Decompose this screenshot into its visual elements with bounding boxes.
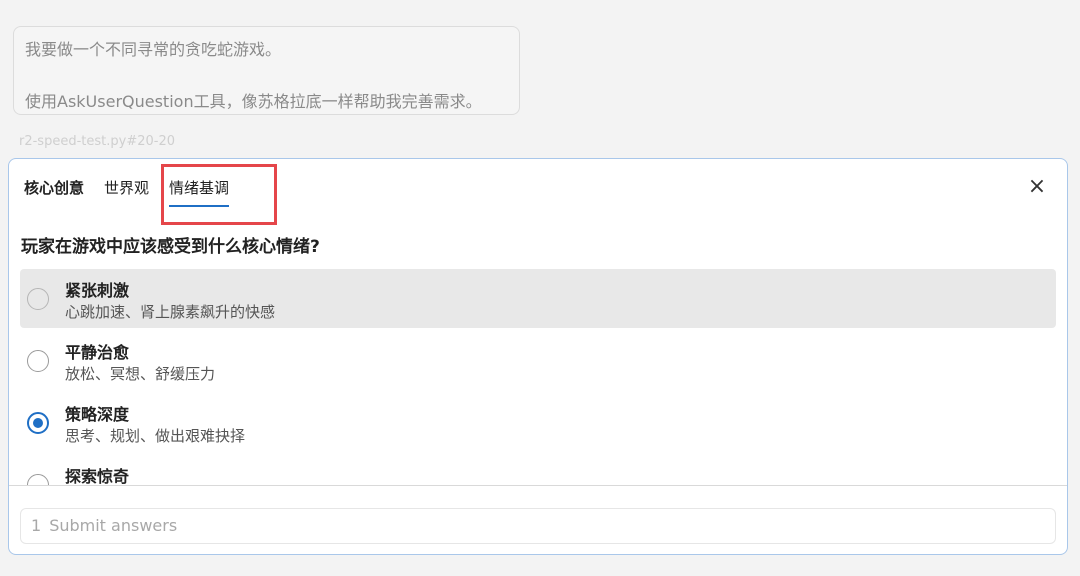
option-description: 心跳加速、肾上腺素飙升的快感 [65,303,276,321]
option-description: 放松、冥想、舒缓压力 [65,365,216,383]
submit-answers-button[interactable]: 1 Submit answers [20,508,1056,544]
radio-button[interactable] [27,350,49,372]
prompt-box: 我要做一个不同寻常的贪吃蛇游戏。 使用AskUserQuestion工具，像苏格… [13,26,520,115]
file-reference: r2-speed-test.py#20-20 [19,134,175,149]
options-list: 紧张刺激 心跳加速、肾上腺素飙升的快感 平静治愈 放松、冥想、舒缓压力 策略深度… [20,269,1056,485]
tab-worldview[interactable]: 世界观 [104,177,149,207]
tab-core-idea[interactable]: 核心创意 [24,177,84,207]
prompt-line-1: 我要做一个不同寻常的贪吃蛇游戏。 [25,40,282,59]
option-title: 探索惊奇 [65,467,130,485]
answer-count: 1 [31,516,42,535]
submit-label: Submit answers [49,516,178,535]
question-panel: 核心创意 世界观 情绪基调 × 玩家在游戏中应该感受到什么核心情绪? 紧张刺激 … [8,158,1068,555]
option-title: 策略深度 [65,405,130,424]
option-strategy-depth[interactable]: 策略深度 思考、规划、做出艰难抉择 [20,393,1056,452]
radio-button-selected[interactable] [27,412,49,434]
option-calm-healing[interactable]: 平静治愈 放松、冥想、舒缓压力 [20,331,1056,390]
radio-button[interactable] [27,288,49,310]
divider [9,485,1067,486]
option-title: 紧张刺激 [65,281,130,300]
radio-button[interactable] [27,474,49,485]
highlight-annotation-box [161,164,277,225]
close-icon[interactable]: × [1026,176,1048,198]
prompt-line-2: 使用AskUserQuestion工具，像苏格拉底一样帮助我完善需求。 [25,92,482,111]
option-title: 平静治愈 [65,343,130,362]
option-tense-exciting[interactable]: 紧张刺激 心跳加速、肾上腺素飙升的快感 [20,269,1056,328]
option-exploration-wonder[interactable]: 探索惊奇 [20,455,1056,485]
option-description: 思考、规划、做出艰难抉择 [65,427,246,445]
question-text: 玩家在游戏中应该感受到什么核心情绪? [21,237,320,257]
